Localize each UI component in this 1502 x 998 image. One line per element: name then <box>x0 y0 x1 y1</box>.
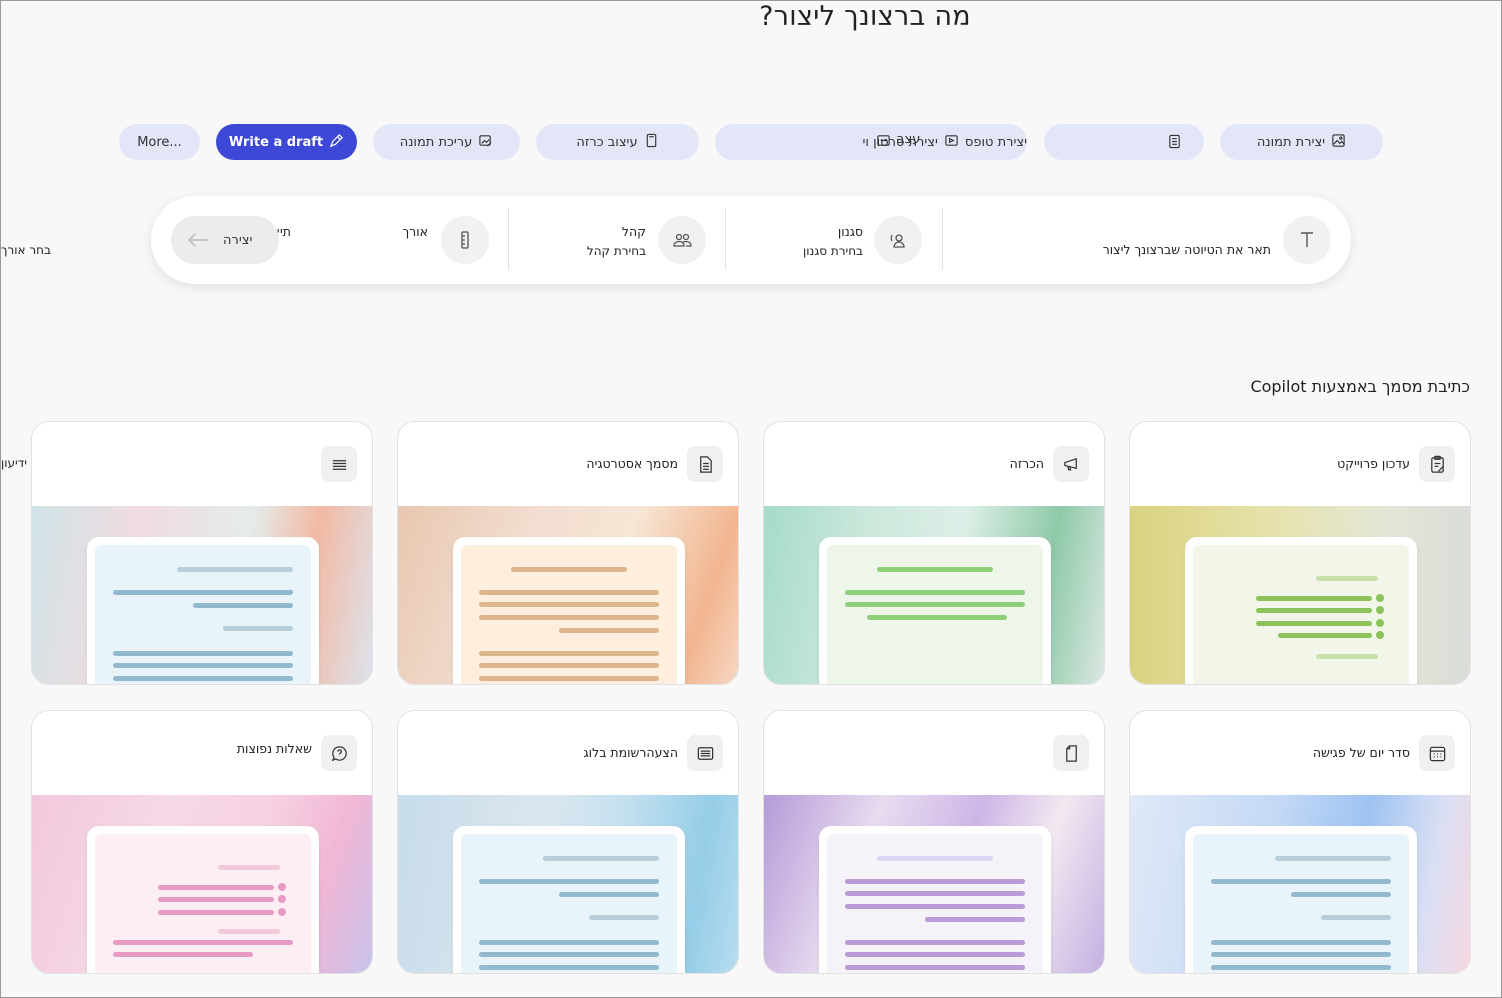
card-newsletter-label: ידיעון <box>1 456 27 470</box>
card-label: שאלות נפוצות <box>236 741 312 756</box>
card-label: מסמך אסטרטגיה <box>586 456 678 471</box>
poster-icon <box>644 133 659 152</box>
doc-preview <box>453 826 685 973</box>
text-icon[interactable] <box>1283 216 1331 264</box>
card-strategy-doc[interactable]: מסמך אסטרטגיה <box>397 421 739 685</box>
pen-icon <box>329 133 344 152</box>
doc-preview <box>1185 537 1417 684</box>
card-preview <box>398 506 738 684</box>
image-icon <box>1331 133 1346 152</box>
doc-preview <box>819 537 1051 684</box>
card-blank-page[interactable] <box>763 710 1105 974</box>
chip-poster-label: עיצוב כרזה <box>576 134 638 150</box>
style-title: סגנון <box>837 224 863 239</box>
chip-design[interactable]: עצב <box>876 124 1027 160</box>
chip-image-edit-label: עריכת תמונה <box>399 134 473 150</box>
form-icon <box>1167 134 1182 153</box>
describe-input[interactable]: תאר את הטיוטה שברצונך ליצור <box>1103 242 1271 257</box>
separator <box>725 208 726 270</box>
card-preview <box>398 795 738 973</box>
card-label: סדר יום של פגישה <box>1312 745 1410 760</box>
news-icon <box>687 735 723 771</box>
doc-preview <box>453 537 685 684</box>
card-label: הצעהרשומת בלוג <box>583 745 678 760</box>
chat-question-icon <box>321 735 357 771</box>
clipboard-icon <box>1419 446 1455 482</box>
page-title: מה ברצונך ליצור? <box>759 1 971 32</box>
chip-write-draft[interactable]: Write a draft <box>216 124 357 160</box>
card-preview <box>1130 795 1470 973</box>
card-label: הכרזה <box>1009 456 1044 471</box>
audience-title: קהל <box>621 224 646 239</box>
chip-poster[interactable]: עיצוב כרזה <box>536 124 699 160</box>
image-edit-icon <box>478 133 493 152</box>
chip-design-label: עצב <box>897 131 921 147</box>
card-label: עדכון פרוייקט <box>1337 456 1410 471</box>
doc-preview <box>87 537 319 684</box>
chip-more[interactable]: More... <box>119 124 200 160</box>
chip-image-edit[interactable]: עריכת תמונה <box>373 124 520 160</box>
doc-preview <box>819 826 1051 973</box>
card-preview <box>764 506 1104 684</box>
chip-image-create[interactable]: יצירת תמונה <box>1220 124 1383 160</box>
ruler-icon[interactable] <box>441 216 489 264</box>
chip-document[interactable] <box>1044 124 1204 160</box>
chip-more-label: More... <box>137 134 182 150</box>
audience-icon[interactable] <box>658 216 706 264</box>
chip-write-draft-label: Write a draft <box>228 134 324 150</box>
separator <box>942 208 943 270</box>
page-icon <box>1053 735 1089 771</box>
card-preview <box>764 795 1104 973</box>
design-icon <box>876 133 891 152</box>
audience-sub[interactable]: בחירת קהל <box>587 244 646 258</box>
card-preview <box>32 795 372 973</box>
text-lines-icon <box>321 446 357 482</box>
card-newsletter[interactable] <box>31 421 373 685</box>
arrow-left-icon <box>187 232 209 251</box>
length-title: אורך <box>402 224 428 239</box>
prompt-bar: תאר את הטיוטה שברצונך ליצור סגנון בחירת … <box>151 196 1351 284</box>
megaphone-icon <box>1053 446 1089 482</box>
doc-preview <box>1185 826 1417 973</box>
create-button-label: יצירה <box>223 232 253 248</box>
section-title: כתיבת מסמך באמצעות Copilot <box>1250 377 1470 396</box>
chip-image-create-label: יצירת תמונה <box>1256 134 1326 150</box>
style-icon[interactable] <box>874 216 922 264</box>
card-blog-post[interactable]: הצעהרשומת בלוג <box>397 710 739 974</box>
length-placeholder: בחר אורך <box>1 243 51 257</box>
card-meeting-agenda[interactable]: סדר יום של פגישה <box>1129 710 1471 974</box>
doc-preview <box>87 826 319 973</box>
card-project-update[interactable]: עדכון פרוייקט <box>1129 421 1471 685</box>
card-faq[interactable]: שאלות נפוצות <box>31 710 373 974</box>
document-icon <box>687 446 723 482</box>
create-button[interactable]: יצירה <box>171 216 279 264</box>
card-preview <box>32 506 372 684</box>
calendar-icon <box>1419 735 1455 771</box>
card-announcement[interactable]: הכרזה <box>763 421 1105 685</box>
card-preview <box>1130 506 1470 684</box>
separator <box>508 208 509 270</box>
style-sub[interactable]: בחירת סגנון <box>803 244 863 258</box>
